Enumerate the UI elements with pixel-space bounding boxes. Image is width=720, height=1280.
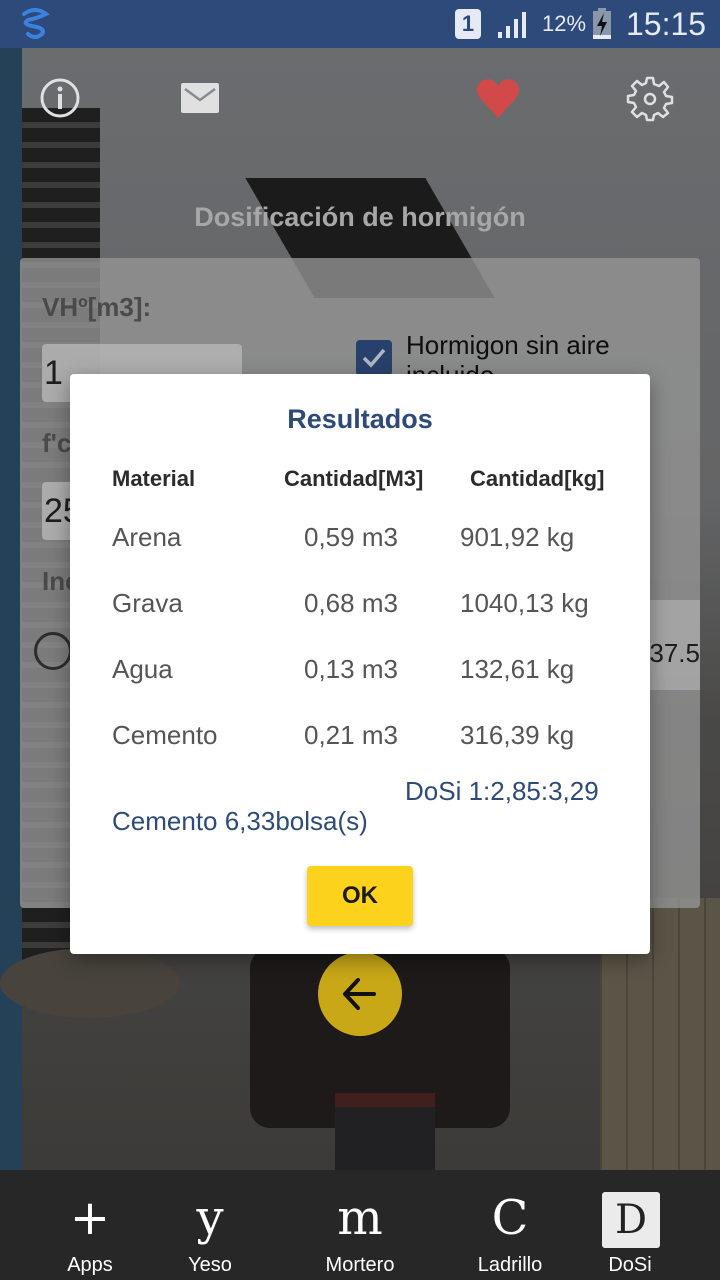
quantity-kg: 316,39 kg: [460, 720, 575, 750]
nav-label: Mortero: [325, 1254, 395, 1276]
quantity-m3: 0,21 m3: [304, 720, 398, 750]
quantity-kg: 1040,13 kg: [460, 588, 589, 618]
results-dialog: Resultados Material Cantidad[M3] Cantida…: [70, 374, 650, 954]
ok-button[interactable]: OK: [307, 866, 413, 926]
nav-item-yeso[interactable]: y Yeso: [150, 1170, 270, 1280]
material-name: Arena: [112, 522, 182, 552]
quantity-m3: 0,59 m3: [304, 522, 398, 552]
column-header-kg: Cantidad[kg]: [470, 466, 605, 491]
material-name: Grava: [112, 588, 183, 618]
quantity-kg: 901,92 kg: [460, 522, 575, 552]
status-bar: 1 12% 15:15: [0, 0, 720, 48]
dosi-letter-icon: D: [602, 1192, 660, 1248]
back-button[interactable]: [318, 952, 402, 1036]
shield-logo-icon: [22, 8, 50, 39]
bottom-nav: + Apps y Yeso m Mortero C Ladrillo D DoS…: [0, 1170, 720, 1280]
yeso-letter-icon: y: [196, 1190, 224, 1246]
clock: 15:15: [626, 6, 707, 42]
nav-item-mortero[interactable]: m Mortero: [300, 1170, 420, 1280]
nav-label: Ladrillo: [477, 1254, 543, 1276]
nav-label: Apps: [67, 1254, 113, 1276]
sim-card-icon: 1: [455, 9, 481, 39]
table-row: Agua 0,13 m3 132,61 kg: [70, 654, 650, 694]
mortero-letter-icon: m: [337, 1190, 383, 1246]
nav-label: Yeso: [188, 1254, 232, 1276]
nav-item-dosi[interactable]: D DoSi: [570, 1170, 690, 1280]
quantity-m3: 0,68 m3: [304, 588, 398, 618]
signal-strength-icon: [498, 12, 526, 38]
material-name: Agua: [112, 654, 173, 684]
column-header-material: Material: [112, 466, 196, 491]
battery-charging-icon: [593, 8, 611, 39]
battery-percent: 12%: [542, 11, 587, 36]
nav-label: DoSi: [608, 1254, 652, 1276]
quantity-kg: 132,61 kg: [460, 654, 575, 684]
ladrillo-letter-icon: C: [491, 1190, 529, 1246]
nav-item-apps[interactable]: + Apps: [30, 1170, 150, 1280]
arrow-left-icon: [343, 978, 376, 1010]
material-name: Cemento: [112, 720, 218, 750]
dialog-title: Resultados: [287, 404, 433, 434]
table-row: Arena 0,59 m3 901,92 kg: [70, 522, 650, 562]
table-row: Grava 0,68 m3 1040,13 kg: [70, 588, 650, 628]
quantity-m3: 0,13 m3: [304, 654, 398, 684]
mix-ratio: DoSi 1:2,85:3,29: [405, 776, 599, 806]
plus-icon: +: [69, 1190, 111, 1246]
nav-item-ladrillo[interactable]: C Ladrillo: [450, 1170, 570, 1280]
table-row: Cemento 0,21 m3 316,39 kg: [70, 720, 650, 760]
column-header-m3: Cantidad[M3]: [284, 466, 424, 491]
cement-bags: Cemento 6,33bolsa(s): [112, 806, 368, 836]
